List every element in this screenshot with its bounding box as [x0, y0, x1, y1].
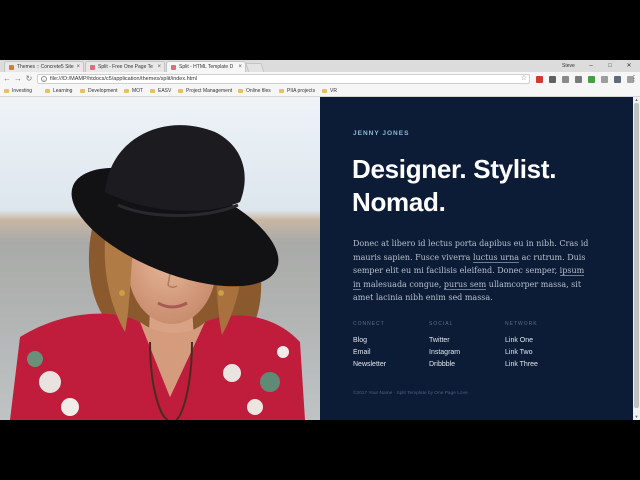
bookmark-vr[interactable]: VR [322, 86, 337, 96]
window-close-icon[interactable]: ✕ [622, 60, 636, 72]
browser-menu-icon[interactable]: ⋮ [630, 73, 638, 85]
forward-icon[interactable]: → [13, 73, 23, 85]
link-one[interactable]: Link One [505, 335, 575, 347]
author-name: JENNY JONES [353, 130, 410, 137]
bookmark-label: Investing [12, 88, 33, 94]
extension-icon[interactable] [588, 76, 595, 83]
link-blog[interactable]: Blog [353, 335, 423, 347]
bookmark-development[interactable]: Development [80, 86, 117, 96]
close-icon[interactable]: × [76, 62, 80, 72]
link-twitter[interactable]: Twitter [429, 335, 499, 347]
web-page: JENNY JONES Designer. Stylist. Nomad. Do… [0, 97, 633, 420]
tab-label: Themes :: Concrete5 Site [17, 64, 74, 70]
link-three[interactable]: Link Three [505, 359, 575, 371]
folder-icon [238, 89, 243, 93]
intro-panel: JENNY JONES Designer. Stylist. Nomad. Do… [320, 97, 633, 420]
extension-icon[interactable] [549, 76, 556, 83]
tab-concrete5[interactable]: Themes :: Concrete5 Site × [4, 61, 84, 72]
reload-icon[interactable]: ↻ [24, 73, 34, 85]
minimize-icon[interactable]: – [584, 60, 598, 72]
tab-split-template[interactable]: Split - HTML Template D × [166, 61, 246, 72]
tab-label: Split - HTML Template D [179, 64, 234, 70]
extension-icon[interactable] [575, 76, 582, 83]
page-headline: Designer. Stylist. Nomad. [352, 153, 612, 219]
close-icon[interactable]: × [157, 62, 161, 72]
extension-icon[interactable] [562, 76, 569, 83]
bookmark-online-files[interactable]: Online files [238, 86, 271, 96]
link-instagram[interactable]: Instagram [429, 347, 499, 359]
portrait-photo [0, 97, 320, 420]
tab-label: Split - Free One Page Te [98, 64, 153, 70]
bookmark-piia-projects[interactable]: PIIA projects [279, 86, 315, 96]
link-two[interactable]: Link Two [505, 347, 575, 359]
page-info-icon[interactable]: i [41, 76, 47, 82]
browser-window: Themes :: Concrete5 Site × Split - Free … [0, 60, 640, 420]
column-heading: CONNECT [353, 321, 385, 327]
folder-icon [80, 89, 85, 93]
folder-icon [150, 89, 155, 93]
scroll-down-icon[interactable]: ▼ [633, 414, 640, 420]
bookmark-investing[interactable]: Investing [4, 86, 32, 96]
bio-link[interactable]: purus sem [443, 279, 487, 290]
bookmark-label: EASV [158, 88, 172, 94]
heart-favicon-icon [171, 65, 176, 70]
tab-strip: Themes :: Concrete5 Site × Split - Free … [0, 60, 640, 73]
column-heading: NETWORK [505, 321, 538, 327]
back-icon[interactable]: ← [2, 73, 12, 85]
close-icon[interactable]: × [238, 62, 242, 72]
folder-icon [45, 89, 50, 93]
concrete5-favicon-icon [9, 65, 14, 70]
column-heading: SOCIAL [429, 321, 454, 327]
bookmark-label: MOT [132, 88, 144, 94]
link-email[interactable]: Email [353, 347, 423, 359]
extension-icon[interactable] [536, 76, 543, 83]
folder-icon [124, 89, 129, 93]
folder-icon [178, 89, 183, 93]
bookmark-star-icon[interactable]: ☆ [521, 74, 527, 82]
bio-text: malesuada congue, [360, 279, 444, 289]
social-column: SOCIAL Twitter Instagram Dribbble [429, 321, 499, 371]
link-dribbble[interactable]: Dribbble [429, 359, 499, 371]
maximize-icon[interactable]: □ [603, 60, 617, 72]
bookmark-easv[interactable]: EASV [150, 86, 171, 96]
page-footer: ©2017 Your Name · Split Template by One … [353, 391, 468, 396]
extension-icon[interactable] [614, 76, 621, 83]
url-text[interactable]: file:///D:/MAMP/htdocs/c5/application/th… [50, 75, 197, 83]
bookmark-label: Online files [246, 88, 271, 94]
network-column: NETWORK Link One Link Two Link Three [505, 321, 575, 371]
headline-line: Designer. Stylist. [352, 154, 557, 184]
profile-name[interactable]: Steve [562, 60, 575, 72]
address-toolbar: ← → ↻ i file:///D:/MAMP/htdocs/c5/applic… [0, 72, 640, 86]
link-newsletter[interactable]: Newsletter [353, 359, 423, 371]
tab-split-free[interactable]: Split - Free One Page Te × [85, 61, 165, 72]
page-scrollbar[interactable]: ▲ ▼ [633, 97, 640, 420]
bookmark-label: PIIA projects [287, 88, 316, 94]
bookmark-label: Project Management [186, 88, 233, 94]
bio-link[interactable]: luctus urna [472, 252, 520, 263]
bookmark-mot[interactable]: MOT [124, 86, 143, 96]
connect-column: CONNECT Blog Email Newsletter [353, 321, 423, 371]
folder-icon [322, 89, 327, 93]
folder-icon [279, 89, 284, 93]
address-bar[interactable]: i file:///D:/MAMP/htdocs/c5/application/… [37, 74, 530, 84]
bio-paragraph: Donec at libero id lectus porta dapibus … [353, 237, 593, 305]
bookmark-learning[interactable]: Learning [45, 86, 72, 96]
scrollbar-thumb[interactable] [634, 103, 639, 408]
bookmark-label: VR [330, 88, 337, 94]
bookmark-label: Development [88, 88, 118, 94]
folder-icon [4, 89, 9, 93]
extension-icon[interactable] [601, 76, 608, 83]
bookmark-project-management[interactable]: Project Management [178, 86, 232, 96]
bookmark-label: Learning [53, 88, 73, 94]
headline-line: Nomad. [352, 187, 446, 217]
bookmarks-bar: Investing Learning Development MOT EASV … [0, 86, 640, 97]
heart-favicon-icon [90, 65, 95, 70]
